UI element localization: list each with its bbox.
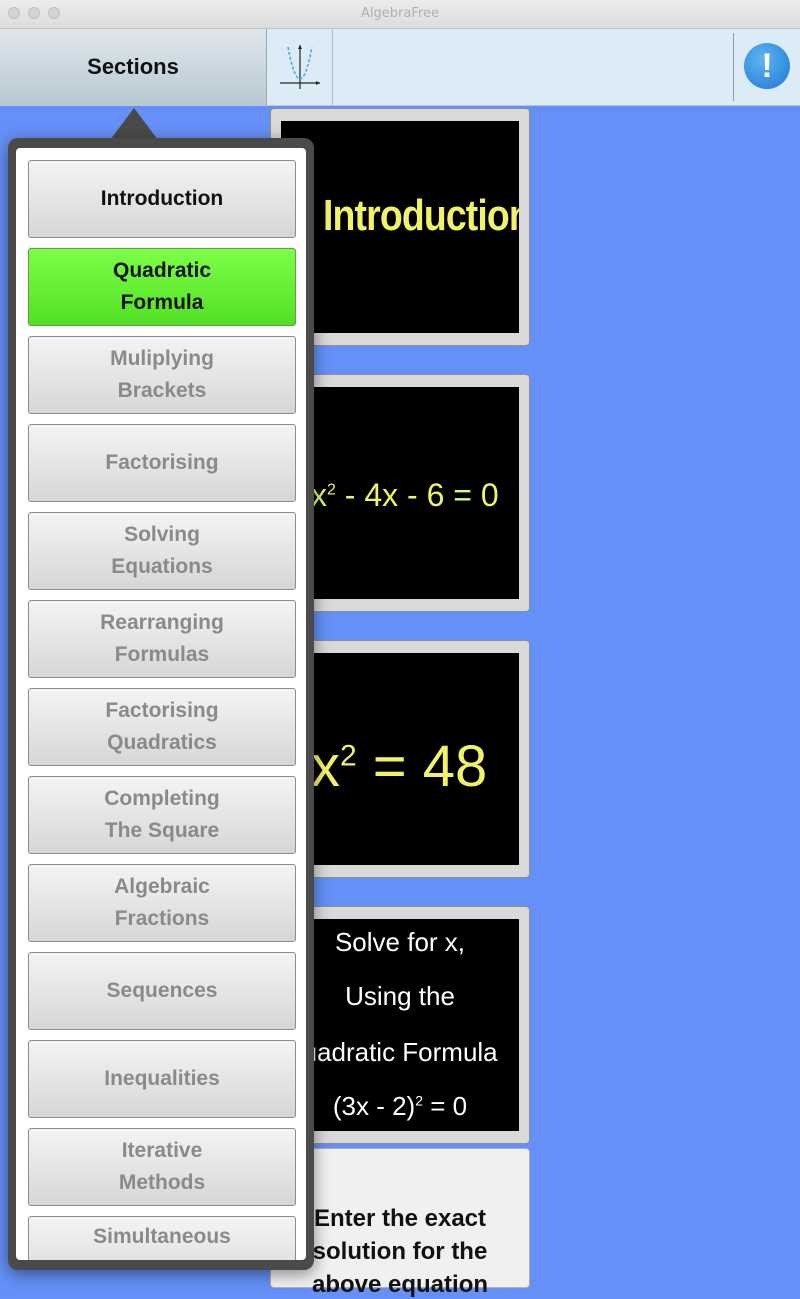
- equation-part: = 48: [356, 734, 488, 799]
- toolbar: Sections !: [0, 29, 800, 106]
- section-iterative-methods[interactable]: Iterative Methods: [28, 1128, 296, 1206]
- sections-button[interactable]: Sections: [0, 29, 267, 105]
- info-icon: !: [761, 46, 773, 85]
- equation-part: = 0: [423, 1091, 468, 1121]
- section-algebraic-fractions[interactable]: Algebraic Fractions: [28, 864, 296, 942]
- section-inequalities[interactable]: Inequalities: [28, 1040, 296, 1118]
- card-screen: x2 - 4x - 6 = 0: [281, 387, 519, 599]
- sections-list[interactable]: Introduction Quadratic Formula Muliplyin…: [16, 148, 306, 1260]
- prompt-line: above equation: [311, 1271, 489, 1298]
- section-factorising[interactable]: Factorising: [28, 424, 296, 502]
- sections-button-label: Sections: [87, 54, 179, 79]
- card-screen: Introduction: [281, 121, 519, 333]
- section-sequences[interactable]: Sequences: [28, 952, 296, 1030]
- section-rearranging-formulas[interactable]: Rearranging Formulas: [28, 600, 296, 678]
- section-solving-equations[interactable]: Solving Equations: [28, 512, 296, 590]
- graph-button[interactable]: [268, 29, 333, 105]
- equation-part: x: [311, 734, 340, 799]
- question-line: Using the: [345, 981, 455, 1011]
- section-quadratic-formula[interactable]: Quadratic Formula: [28, 248, 296, 326]
- question-line: Solve for x,: [334, 927, 466, 957]
- equation-text: x2 = 48: [311, 733, 487, 800]
- card-screen: x2 = 48: [281, 653, 519, 865]
- toolbar-divider: [733, 33, 734, 101]
- card-title: Introduction: [323, 191, 519, 240]
- window-titlebar: AlgebraFree: [0, 0, 800, 29]
- equation-part: (3x - 2): [332, 1091, 416, 1121]
- window-title: AlgebraFree: [361, 6, 439, 21]
- exponent: 2: [340, 739, 357, 773]
- exponent: 2: [327, 481, 336, 499]
- sections-popover: Introduction Quadratic Formula Muliplyin…: [8, 138, 314, 1270]
- card-screen: Solve for x, Using the Quadratic Formula…: [281, 919, 519, 1131]
- equation-text: x2 - 4x - 6 = 0: [311, 477, 499, 514]
- section-completing-the-square[interactable]: Completing The Square: [28, 776, 296, 854]
- section-multiplying-brackets[interactable]: Muliplying Brackets: [28, 336, 296, 414]
- graph-icon: [280, 45, 320, 89]
- section-simultaneous[interactable]: Simultaneous: [28, 1216, 296, 1260]
- popover-arrow: [110, 108, 158, 140]
- exponent: 2: [415, 1092, 424, 1109]
- info-button[interactable]: !: [744, 43, 790, 89]
- equation-part: - 4x - 6 = 0: [335, 477, 499, 513]
- section-factorising-quadratics[interactable]: Factorising Quadratics: [28, 688, 296, 766]
- question-line: Quadratic Formula: [282, 1037, 498, 1067]
- question-line: (3x - 2)2 = 0: [281, 1091, 519, 1122]
- section-introduction[interactable]: Introduction: [28, 160, 296, 238]
